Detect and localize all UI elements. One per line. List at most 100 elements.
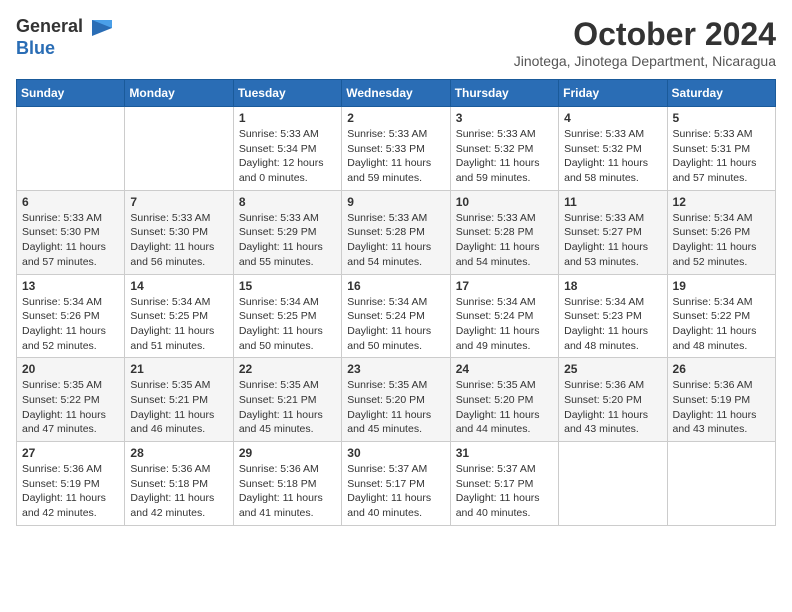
day-number: 14 <box>130 279 227 293</box>
day-number: 26 <box>673 362 770 376</box>
day-cell: 9 Sunrise: 5:33 AM Sunset: 5:28 PM Daylig… <box>342 190 450 274</box>
day-cell: 8 Sunrise: 5:33 AM Sunset: 5:29 PM Daylig… <box>233 190 341 274</box>
day-info: Sunrise: 5:34 AM Sunset: 5:25 PM Dayligh… <box>239 295 336 354</box>
day-info: Sunrise: 5:33 AM Sunset: 5:34 PM Dayligh… <box>239 127 336 186</box>
day-number: 15 <box>239 279 336 293</box>
day-info: Sunrise: 5:33 AM Sunset: 5:28 PM Dayligh… <box>347 211 444 270</box>
day-number: 10 <box>456 195 553 209</box>
day-number: 20 <box>22 362 119 376</box>
day-info: Sunrise: 5:34 AM Sunset: 5:24 PM Dayligh… <box>347 295 444 354</box>
day-number: 29 <box>239 446 336 460</box>
day-info: Sunrise: 5:33 AM Sunset: 5:28 PM Dayligh… <box>456 211 553 270</box>
day-cell: 17 Sunrise: 5:34 AM Sunset: 5:24 PM Dayli… <box>450 274 558 358</box>
day-cell: 15 Sunrise: 5:34 AM Sunset: 5:25 PM Dayli… <box>233 274 341 358</box>
week-row-5: 27 Sunrise: 5:36 AM Sunset: 5:19 PM Dayli… <box>17 442 776 526</box>
day-cell: 26Sunrise: 5:36 AM Sunset: 5:19 PM Dayli… <box>667 358 775 442</box>
day-cell: 14 Sunrise: 5:34 AM Sunset: 5:25 PM Dayli… <box>125 274 233 358</box>
day-info: Sunrise: 5:35 AM Sunset: 5:20 PM Dayligh… <box>456 378 553 437</box>
day-info: Sunrise: 5:33 AM Sunset: 5:33 PM Dayligh… <box>347 127 444 186</box>
location-title: Jinotega, Jinotega Department, Nicaragua <box>514 53 776 69</box>
day-number: 12 <box>673 195 770 209</box>
day-info: Sunrise: 5:37 AM Sunset: 5:17 PM Dayligh… <box>347 462 444 521</box>
day-info: Sunrise: 5:34 AM Sunset: 5:22 PM Dayligh… <box>673 295 770 354</box>
title-area: October 2024 Jinotega, Jinotega Departme… <box>514 16 776 69</box>
day-cell: 1Sunrise: 5:33 AM Sunset: 5:34 PM Daylig… <box>233 107 341 191</box>
day-number: 2 <box>347 111 444 125</box>
day-info: Sunrise: 5:36 AM Sunset: 5:18 PM Dayligh… <box>130 462 227 521</box>
day-cell: 16Sunrise: 5:34 AM Sunset: 5:24 PM Dayli… <box>342 274 450 358</box>
month-title: October 2024 <box>514 16 776 53</box>
header-cell-monday: Monday <box>125 80 233 107</box>
day-number: 28 <box>130 446 227 460</box>
day-info: Sunrise: 5:35 AM Sunset: 5:21 PM Dayligh… <box>239 378 336 437</box>
day-cell: 31Sunrise: 5:37 AM Sunset: 5:17 PM Dayli… <box>450 442 558 526</box>
day-number: 18 <box>564 279 661 293</box>
day-cell: 29 Sunrise: 5:36 AM Sunset: 5:18 PM Dayli… <box>233 442 341 526</box>
header: General Blue October 2024 Jinotega, Jino… <box>16 16 776 69</box>
day-cell: 21Sunrise: 5:35 AM Sunset: 5:21 PM Dayli… <box>125 358 233 442</box>
day-cell: 23Sunrise: 5:35 AM Sunset: 5:20 PM Dayli… <box>342 358 450 442</box>
day-number: 27 <box>22 446 119 460</box>
week-row-2: 6 Sunrise: 5:33 AM Sunset: 5:30 PM Daylig… <box>17 190 776 274</box>
day-cell: 24 Sunrise: 5:35 AM Sunset: 5:20 PM Dayli… <box>450 358 558 442</box>
day-info: Sunrise: 5:35 AM Sunset: 5:22 PM Dayligh… <box>22 378 119 437</box>
day-info: Sunrise: 5:34 AM Sunset: 5:26 PM Dayligh… <box>673 211 770 270</box>
day-info: Sunrise: 5:35 AM Sunset: 5:21 PM Dayligh… <box>130 378 227 437</box>
logo-general: General <box>16 16 83 36</box>
day-info: Sunrise: 5:34 AM Sunset: 5:23 PM Dayligh… <box>564 295 661 354</box>
day-number: 31 <box>456 446 553 460</box>
day-info: Sunrise: 5:35 AM Sunset: 5:20 PM Dayligh… <box>347 378 444 437</box>
header-row: SundayMondayTuesdayWednesdayThursdayFrid… <box>17 80 776 107</box>
header-cell-tuesday: Tuesday <box>233 80 341 107</box>
day-number: 25 <box>564 362 661 376</box>
day-info: Sunrise: 5:33 AM Sunset: 5:30 PM Dayligh… <box>130 211 227 270</box>
day-number: 22 <box>239 362 336 376</box>
day-cell: 4 Sunrise: 5:33 AM Sunset: 5:32 PM Daylig… <box>559 107 667 191</box>
day-cell: 7 Sunrise: 5:33 AM Sunset: 5:30 PM Daylig… <box>125 190 233 274</box>
day-info: Sunrise: 5:36 AM Sunset: 5:19 PM Dayligh… <box>22 462 119 521</box>
day-info: Sunrise: 5:34 AM Sunset: 5:25 PM Dayligh… <box>130 295 227 354</box>
day-number: 3 <box>456 111 553 125</box>
day-number: 13 <box>22 279 119 293</box>
day-info: Sunrise: 5:34 AM Sunset: 5:24 PM Dayligh… <box>456 295 553 354</box>
header-cell-friday: Friday <box>559 80 667 107</box>
day-cell: 18 Sunrise: 5:34 AM Sunset: 5:23 PM Dayli… <box>559 274 667 358</box>
day-number: 24 <box>456 362 553 376</box>
day-number: 6 <box>22 195 119 209</box>
day-number: 7 <box>130 195 227 209</box>
calendar-header: SundayMondayTuesdayWednesdayThursdayFrid… <box>17 80 776 107</box>
day-number: 8 <box>239 195 336 209</box>
day-number: 5 <box>673 111 770 125</box>
day-number: 9 <box>347 195 444 209</box>
day-number: 17 <box>456 279 553 293</box>
day-info: Sunrise: 5:34 AM Sunset: 5:26 PM Dayligh… <box>22 295 119 354</box>
day-cell <box>667 442 775 526</box>
day-info: Sunrise: 5:36 AM Sunset: 5:18 PM Dayligh… <box>239 462 336 521</box>
logo: General Blue <box>16 16 116 59</box>
header-cell-wednesday: Wednesday <box>342 80 450 107</box>
day-cell: 28 Sunrise: 5:36 AM Sunset: 5:18 PM Dayli… <box>125 442 233 526</box>
day-cell: 5Sunrise: 5:33 AM Sunset: 5:31 PM Daylig… <box>667 107 775 191</box>
day-info: Sunrise: 5:33 AM Sunset: 5:27 PM Dayligh… <box>564 211 661 270</box>
week-row-4: 20 Sunrise: 5:35 AM Sunset: 5:22 PM Dayli… <box>17 358 776 442</box>
week-row-3: 13 Sunrise: 5:34 AM Sunset: 5:26 PM Dayli… <box>17 274 776 358</box>
header-cell-saturday: Saturday <box>667 80 775 107</box>
day-cell: 25 Sunrise: 5:36 AM Sunset: 5:20 PM Dayli… <box>559 358 667 442</box>
day-info: Sunrise: 5:33 AM Sunset: 5:29 PM Dayligh… <box>239 211 336 270</box>
week-row-1: 1Sunrise: 5:33 AM Sunset: 5:34 PM Daylig… <box>17 107 776 191</box>
day-info: Sunrise: 5:36 AM Sunset: 5:20 PM Dayligh… <box>564 378 661 437</box>
day-number: 4 <box>564 111 661 125</box>
day-cell <box>125 107 233 191</box>
header-cell-sunday: Sunday <box>17 80 125 107</box>
day-cell: 2 Sunrise: 5:33 AM Sunset: 5:33 PM Daylig… <box>342 107 450 191</box>
day-number: 11 <box>564 195 661 209</box>
day-info: Sunrise: 5:33 AM Sunset: 5:30 PM Dayligh… <box>22 211 119 270</box>
day-info: Sunrise: 5:33 AM Sunset: 5:32 PM Dayligh… <box>564 127 661 186</box>
day-cell <box>559 442 667 526</box>
day-cell: 27 Sunrise: 5:36 AM Sunset: 5:19 PM Dayli… <box>17 442 125 526</box>
day-cell: 19Sunrise: 5:34 AM Sunset: 5:22 PM Dayli… <box>667 274 775 358</box>
day-cell: 11 Sunrise: 5:33 AM Sunset: 5:27 PM Dayli… <box>559 190 667 274</box>
logo-blue: Blue <box>16 38 55 58</box>
day-cell: 12 Sunrise: 5:34 AM Sunset: 5:26 PM Dayli… <box>667 190 775 274</box>
day-cell: 20 Sunrise: 5:35 AM Sunset: 5:22 PM Dayli… <box>17 358 125 442</box>
